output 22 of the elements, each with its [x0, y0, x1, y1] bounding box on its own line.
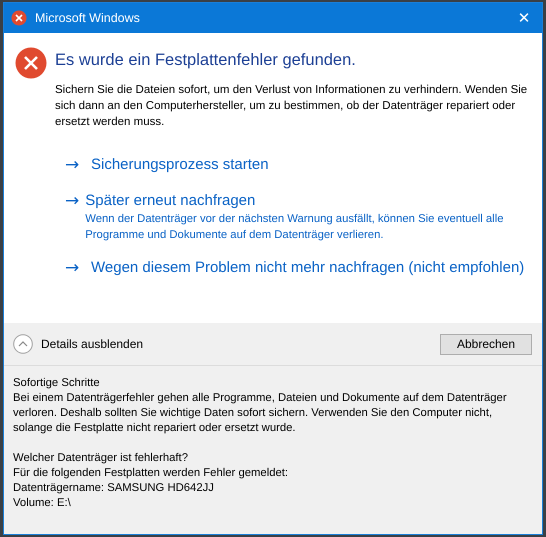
option-description: Wenn der Datenträger vor der nächsten Warnung ausfällt, können Sie eventuell alle Programme und Dokumente auf dem Datenträger verlieren. — [85, 212, 504, 243]
details-text: Volume: E:\ — [13, 496, 72, 511]
details-heading: Welcher Datenträger ist fehlerhaft? — [13, 451, 189, 466]
close-button[interactable]: ✕ — [506, 3, 542, 33]
error-icon — [15, 47, 47, 79]
details-text: Für die folgenden Festplatten werden Fehler gemeldet: — [13, 466, 290, 481]
arrow-icon: → — [65, 190, 80, 243]
cancel-button[interactable]: Abbrechen — [440, 334, 532, 354]
arrow-icon: → — [65, 257, 85, 279]
chevron-icon — [13, 334, 33, 354]
details-heading: Sofortige Schritte — [13, 376, 101, 391]
error-icon — [11, 10, 27, 26]
option-link[interactable]: Später erneut nachfragen — [85, 190, 532, 212]
details-text: Datenträgername: SAMSUNG HD642JJ — [13, 481, 215, 496]
details-text: Bei einem Datenträgerfehler gehen alle Programme, Dateien und Dokumente auf dem Datenträger verloren. Deshalb sollten Sie wichtige Daten sofort sichern. Verwenden Sie den Computer nicht, solange die Festplatte nicht repariert oder ersetzt wurde. — [13, 391, 508, 436]
option-link[interactable]: Wegen diesem Problem nicht mehr nachfragen (nicht empfohlen) — [91, 257, 524, 279]
option-link[interactable]: Sicherungsprozess starten — [91, 154, 269, 176]
details-toggle[interactable]: Details ausblenden — [13, 334, 144, 354]
window-title: Microsoft Windows — [35, 11, 141, 25]
error-message: Sichern Sie die Dateien sofort, um den Verlust von Informationen zu verhindern. Wenden Sie sich dann an den Computerhersteller, um zu bestimmen, ob der Datenträger repariert oder ersetzt werden muss. — [55, 83, 528, 130]
error-heading: Es wurde ein Festplattenfehler gefunden. — [55, 51, 357, 70]
arrow-icon: → — [65, 154, 85, 176]
